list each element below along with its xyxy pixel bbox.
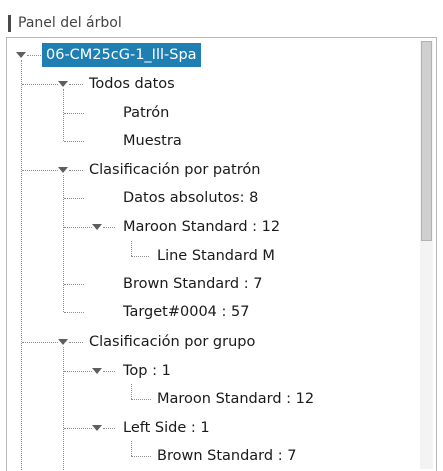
tree-node-patron[interactable]: Patrón [119, 101, 173, 125]
tree-guide [131, 456, 151, 457]
tree-guide [131, 384, 132, 399]
tree-guide [22, 342, 58, 343]
tree-node-left-side[interactable]: Left Side : 1 [119, 416, 214, 440]
tree-guide [69, 342, 83, 343]
tree-node-datos-absolutos[interactable]: Datos absolutos: 8 [119, 186, 262, 210]
tree-guide [64, 227, 92, 228]
expander-icon[interactable] [58, 339, 68, 345]
tree-guide [64, 371, 92, 372]
tree-node-maroon-standard[interactable]: Maroon Standard : 12 [119, 215, 284, 239]
tree-guide [64, 284, 84, 285]
panel-title: Panel del árbol [18, 15, 122, 31]
tree-guide [103, 227, 115, 228]
tree-guide [69, 170, 83, 171]
tree-guide [22, 84, 58, 85]
tree-guide [27, 55, 41, 56]
tree-guide [131, 441, 132, 456]
tree-guide [21, 60, 22, 471]
tree-node-left-brown[interactable]: Brown Standard : 7 [153, 444, 300, 468]
expander-icon[interactable] [92, 425, 102, 431]
tree-guide [131, 256, 149, 257]
tree-view[interactable]: 06-CM25cG-1_Ill-Spa Todos datos Patrón M… [6, 37, 437, 471]
tree-node-brown-standard[interactable]: Brown Standard : 7 [119, 272, 266, 296]
tree-node-clasificacion-grupo[interactable]: Clasificación por grupo [85, 330, 259, 354]
cropped-header-text [0, 0, 443, 6]
tree-root-node[interactable]: 06-CM25cG-1_Ill-Spa [42, 43, 201, 67]
tree-guide [64, 428, 92, 429]
tree-guide [64, 312, 84, 313]
expander-icon[interactable] [92, 368, 102, 374]
expander-icon[interactable] [92, 224, 102, 230]
panel-header: Panel del árbol [8, 12, 122, 34]
tree-guide [103, 428, 115, 429]
tree-node-muestra[interactable]: Muestra [119, 129, 186, 153]
scrollbar-thumb[interactable] [421, 41, 432, 241]
tree-node-top-maroon[interactable]: Maroon Standard : 12 [153, 387, 318, 411]
tree-node-clasificacion-patron[interactable]: Clasificación por patrón [85, 158, 264, 182]
vertical-scrollbar[interactable] [420, 41, 433, 469]
tree-guide [22, 170, 58, 171]
tree-guide [63, 347, 64, 471]
tree-guide [64, 198, 84, 199]
tree-guide [103, 371, 115, 372]
expander-icon[interactable] [58, 81, 68, 87]
tree-guide [63, 175, 64, 312]
tree-guide [131, 399, 151, 400]
tree-guide [63, 89, 64, 141]
tree-guide [69, 84, 83, 85]
root-expander-icon[interactable] [16, 52, 26, 58]
tree-node-target[interactable]: Target#0004 : 57 [119, 300, 253, 324]
tree-guide [64, 113, 84, 114]
tree-node-todos-datos[interactable]: Todos datos [85, 72, 179, 96]
tree-node-line-standard-m[interactable]: Line Standard M [153, 244, 279, 268]
header-bar [8, 14, 11, 32]
tree-guide [131, 241, 132, 256]
expander-icon[interactable] [58, 167, 68, 173]
tree-node-top[interactable]: Top : 1 [119, 359, 175, 383]
tree-guide [64, 141, 84, 142]
